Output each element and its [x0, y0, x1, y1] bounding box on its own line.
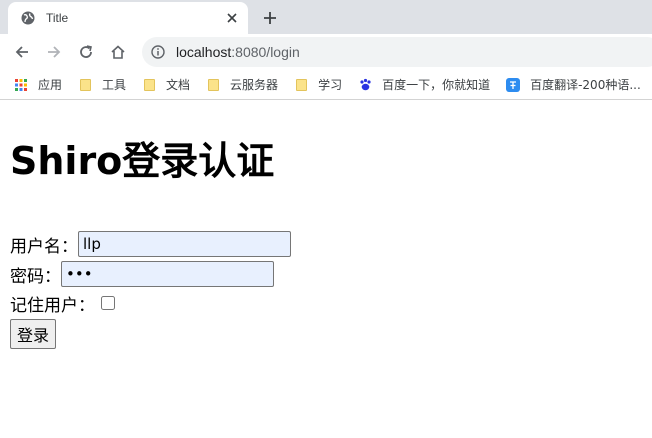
username-input[interactable]	[78, 231, 291, 257]
bookmark-apps[interactable]: 应用	[14, 76, 62, 93]
url-rest: :8080/login	[231, 44, 300, 60]
browser-toolbar: localhost:8080/login	[0, 34, 652, 70]
bookmark-folder-docs[interactable]: 文档	[142, 76, 190, 93]
folder-icon	[294, 78, 308, 92]
bookmark-label: 应用	[38, 78, 63, 92]
folder-icon	[78, 78, 92, 92]
remember-label: 记住用户：	[10, 295, 95, 316]
url-host: localhost	[176, 44, 232, 60]
login-form: 用户名： 密码： 记住用户： 登录	[10, 229, 642, 349]
remember-row: 记住用户：	[10, 289, 642, 317]
bookmark-baidu-translate[interactable]: 百度翻译-200种语...	[506, 76, 641, 93]
bookmarks-bar: 应用 工具 文档 云服务器 学习 百度一下，你就知道 百度翻译-200种语...	[0, 70, 652, 100]
close-tab-icon[interactable]	[224, 10, 240, 26]
url-text: localhost:8080/login	[176, 44, 300, 60]
arrow-left-icon	[15, 46, 28, 58]
remember-checkbox[interactable]	[101, 296, 115, 310]
reload-icon	[80, 45, 92, 58]
folder-icon	[142, 78, 156, 92]
bookmark-label: 工具	[102, 78, 127, 92]
password-label: 密码：	[10, 266, 61, 287]
home-button[interactable]	[104, 38, 132, 66]
plus-icon	[264, 12, 276, 24]
bookmark-label: 百度一下，你就知道	[382, 78, 491, 92]
baidu-translate-icon	[506, 77, 521, 92]
bookmark-folder-cloud-servers[interactable]: 云服务器	[206, 76, 278, 93]
bookmark-label: 云服务器	[230, 78, 279, 92]
baidu-paw-icon	[358, 78, 372, 92]
tab-title: Title	[46, 11, 69, 25]
username-label: 用户名：	[10, 236, 78, 257]
bookmark-label: 学习	[318, 78, 343, 92]
folder-icon	[206, 78, 220, 92]
username-row: 用户名：	[10, 229, 642, 259]
home-icon	[111, 45, 125, 59]
bookmark-label: 文档	[166, 78, 191, 92]
new-tab-button[interactable]	[258, 6, 282, 30]
bookmark-folder-study[interactable]: 学习	[294, 76, 342, 93]
arrow-right-icon	[48, 46, 61, 58]
browser-tab[interactable]: Title	[8, 2, 248, 34]
forward-button[interactable]	[40, 38, 68, 66]
page-content: Shiro登录认证 用户名： 密码： 记住用户： 登录	[0, 130, 652, 349]
reload-button[interactable]	[72, 38, 100, 66]
bookmark-folder-tools[interactable]: 工具	[78, 76, 126, 93]
bookmark-label: 百度翻译-200种语...	[530, 78, 641, 92]
globe-icon	[20, 10, 36, 26]
password-row: 密码：	[10, 259, 642, 289]
page-title: Shiro登录认证	[10, 139, 275, 183]
password-input[interactable]	[61, 261, 274, 287]
address-bar[interactable]: localhost:8080/login	[142, 37, 652, 67]
bookmark-baidu[interactable]: 百度一下，你就知道	[358, 76, 490, 93]
tab-strip: Title	[0, 0, 652, 34]
back-button[interactable]	[8, 38, 36, 66]
apps-grid-icon	[14, 78, 28, 92]
info-icon[interactable]	[150, 44, 166, 60]
login-button[interactable]: 登录	[10, 319, 57, 349]
